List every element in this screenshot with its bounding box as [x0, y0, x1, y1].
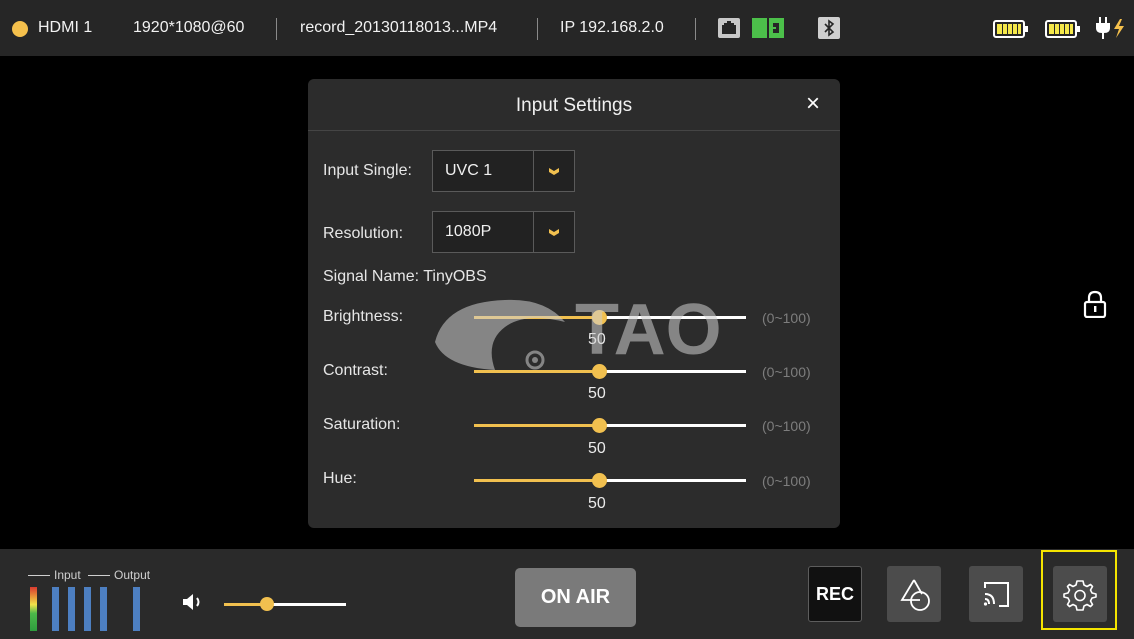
divider	[537, 18, 538, 40]
brightness-range: (0~100)	[762, 310, 811, 326]
contrast-value: 50	[588, 385, 606, 402]
format-label: 1920*1080@60	[133, 19, 245, 36]
triangle-circle-icon	[900, 579, 930, 611]
input-single-label: Input Single:	[323, 162, 412, 179]
sim-card-icon	[752, 18, 784, 38]
rec-label: REC	[815, 584, 854, 604]
cast-icon	[983, 582, 1009, 607]
shape-tool-button[interactable]	[887, 566, 941, 622]
divider	[695, 18, 696, 40]
contrast-label: Contrast:	[323, 362, 388, 379]
resolution-select[interactable]: 1080P	[432, 211, 575, 253]
contrast-range: (0~100)	[762, 364, 811, 380]
ip-address: IP 192.168.2.0	[560, 19, 664, 36]
source-label: HDMI 1	[38, 19, 93, 36]
divider	[276, 18, 277, 40]
power-plug-icon	[1096, 17, 1124, 39]
slider-thumb[interactable]	[592, 473, 608, 488]
status-bar: HDMI 1 1920*1080@60 record_20130118013..…	[0, 0, 1134, 56]
saturation-label: Saturation:	[323, 416, 401, 433]
contrast-slider[interactable]	[474, 364, 746, 379]
volume-icon[interactable]	[182, 592, 206, 612]
signal-name-row: Signal Name: TinyOBS	[323, 268, 487, 286]
resolution-label: Resolution:	[323, 225, 404, 242]
input-settings-dialog: Input Settings × Input Single: UVC 1 Res…	[308, 79, 840, 528]
dialog-title: Input Settings	[308, 79, 840, 131]
ethernet-icon	[718, 18, 740, 38]
rec-button[interactable]: REC	[808, 566, 862, 622]
saturation-value: 50	[588, 440, 606, 457]
brightness-label: Brightness:	[323, 308, 404, 325]
slider-thumb[interactable]	[592, 418, 608, 433]
close-button[interactable]: ×	[800, 91, 826, 117]
brightness-slider[interactable]	[474, 310, 746, 325]
resolution-value: 1080P	[445, 223, 492, 240]
chevron-down-icon[interactable]	[533, 151, 574, 191]
signal-name-value: TinyOBS	[423, 268, 487, 285]
meter-legend: Input Output	[28, 568, 150, 582]
slider-fill	[474, 424, 600, 427]
input-meter-bar	[30, 587, 37, 631]
chevron-down-icon[interactable]	[533, 212, 574, 252]
legend-output: Output	[114, 568, 151, 582]
hue-value: 50	[588, 495, 606, 512]
volume-thumb[interactable]	[259, 597, 274, 611]
battery-icon	[1045, 20, 1080, 38]
saturation-slider[interactable]	[474, 418, 746, 433]
signal-name-label: Signal Name:	[323, 268, 420, 285]
slider-thumb[interactable]	[592, 364, 608, 379]
hue-slider[interactable]	[474, 473, 746, 488]
input-meter-bar	[100, 587, 107, 631]
bluetooth-icon	[818, 17, 840, 39]
input-meter-bar	[52, 587, 59, 631]
brightness-value: 50	[588, 331, 606, 348]
settings-highlight-frame	[1041, 550, 1117, 630]
source-status-dot	[12, 21, 28, 37]
on-air-button[interactable]: ON AIR	[515, 568, 636, 627]
input-meter-bar	[84, 587, 91, 631]
input-single-value: UVC 1	[445, 162, 493, 179]
legend-input: Input	[54, 568, 81, 582]
battery-icon	[993, 20, 1028, 38]
lock-icon[interactable]	[1083, 290, 1107, 318]
input-meter-bar	[68, 587, 75, 631]
slider-fill	[474, 316, 600, 319]
record-filename: record_20130118013...MP4	[300, 19, 498, 36]
slider-thumb[interactable]	[592, 310, 608, 325]
cast-button[interactable]	[969, 566, 1023, 622]
hue-range: (0~100)	[762, 473, 811, 489]
volume-slider[interactable]	[224, 597, 346, 611]
slider-fill	[474, 370, 600, 373]
input-single-select[interactable]: UVC 1	[432, 150, 575, 192]
output-meter-bar	[133, 587, 140, 631]
slider-fill	[474, 479, 600, 482]
saturation-range: (0~100)	[762, 418, 811, 434]
hue-label: Hue:	[323, 470, 357, 487]
